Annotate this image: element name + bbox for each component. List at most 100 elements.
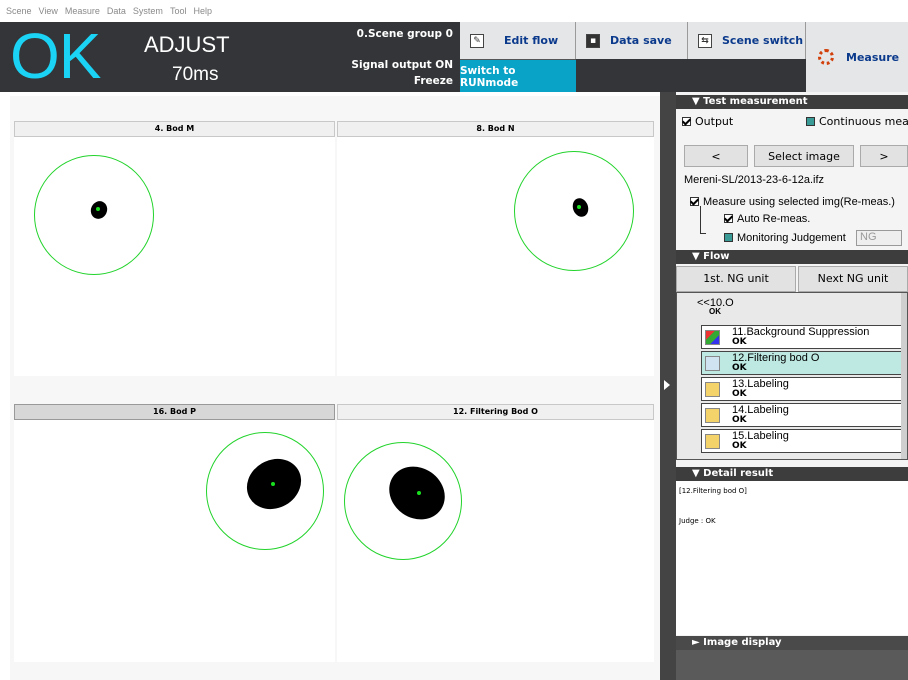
measure-label: Measure xyxy=(846,50,900,64)
scene-switch-button[interactable]: ⇆ Scene switch xyxy=(688,22,806,59)
flow-list-scrollbar[interactable] xyxy=(901,293,907,459)
collapse-arrow-icon[interactable] xyxy=(664,380,670,390)
output-label: Output xyxy=(695,115,734,128)
checkbox-checked-icon xyxy=(682,117,691,126)
flow-list[interactable]: <<10.O OK 11.Background Suppression OK 1… xyxy=(676,292,908,460)
menu-scene[interactable]: Scene xyxy=(6,6,32,16)
signal-output-label: Signal output ON xyxy=(351,59,453,71)
select-image-button[interactable]: Select image xyxy=(754,145,854,167)
flow-item-labeling-14[interactable]: 14.Labeling OK xyxy=(701,403,903,427)
checkbox-checked-icon xyxy=(724,214,733,223)
menu-tool[interactable]: Tool xyxy=(170,6,187,16)
group-status: OK xyxy=(709,307,721,316)
detail-unit-name: [12.Filtering bod O] xyxy=(679,487,747,495)
flow-header[interactable]: ▼ Flow xyxy=(676,250,908,264)
scene-switch-label: Scene switch xyxy=(722,34,804,47)
image-file-path: Mereni-SL/2013-23-6-12a.ifz xyxy=(684,174,825,186)
output-checkbox[interactable]: Output xyxy=(682,115,733,128)
mode-label: ADJUST xyxy=(144,32,230,57)
checkbox-checked-icon xyxy=(690,197,699,206)
monitoring-judgement-select[interactable]: NG xyxy=(856,230,902,246)
flow-item-background-suppression[interactable]: 11.Background Suppression OK xyxy=(701,325,903,349)
test-measurement-header[interactable]: ▼ Test measurement xyxy=(676,95,908,109)
panel-splitter[interactable] xyxy=(660,92,676,680)
panel-title: 4. Bod M xyxy=(14,121,335,137)
flow-item-labeling-13[interactable]: 13.Labeling OK xyxy=(701,377,903,401)
image-panel-bod-m[interactable]: 4. Bod M xyxy=(14,121,335,376)
save-disk-icon: ▪ xyxy=(586,33,600,48)
image-display-header[interactable]: ► Image display xyxy=(676,636,908,650)
monitoring-value: NG xyxy=(860,231,877,243)
measure-selected-label: Measure using selected img(Re-meas.) xyxy=(703,196,895,208)
flow-title: Flow xyxy=(703,251,730,262)
control-panel: ▼ Test measurement Output Continuous mea… xyxy=(676,92,908,680)
labeling-icon xyxy=(705,434,720,449)
next-ng-unit-button[interactable]: Next NG unit xyxy=(798,266,908,292)
detail-judge-text: Judge : OK xyxy=(679,517,716,525)
filter-icon xyxy=(705,356,720,371)
checkbox-unchecked-icon xyxy=(724,233,733,242)
image-panel-bod-n[interactable]: 8. Bod N xyxy=(337,121,654,376)
flow-item-status: OK xyxy=(732,337,747,347)
continuous-label: Continuous meas xyxy=(819,115,908,128)
flow-item-filtering-bod-o[interactable]: 12.Filtering bod O OK xyxy=(701,351,903,375)
menu-help[interactable]: Help xyxy=(193,6,212,16)
next-image-button[interactable]: > xyxy=(860,145,908,167)
switch-run-mode-button[interactable]: Switch to RUNmode xyxy=(460,59,576,92)
measure-selected-image-checkbox[interactable]: Measure using selected img(Re-meas.) xyxy=(690,196,895,208)
flow-group-10[interactable]: <<10.O OK xyxy=(697,297,734,316)
flow-item-status: OK xyxy=(732,389,747,399)
auto-remeasure-checkbox[interactable]: Auto Re-meas. xyxy=(724,213,810,225)
measure-time: 70ms xyxy=(172,64,219,85)
checkbox-unchecked-icon xyxy=(806,117,815,126)
labeling-icon xyxy=(705,382,720,397)
image-display-area xyxy=(676,650,908,680)
centroid-marker xyxy=(96,207,100,211)
image-display-title: Image display xyxy=(703,637,782,648)
centroid-marker xyxy=(271,482,275,486)
continuous-measure-checkbox[interactable]: Continuous meas xyxy=(806,115,908,128)
scene-group-label[interactable]: 0.Scene group 0 xyxy=(357,28,453,40)
detail-result-title: Detail result xyxy=(703,468,774,479)
flow-item-labeling-15[interactable]: 15.Labeling OK xyxy=(701,429,903,453)
tree-connector xyxy=(700,206,706,234)
centroid-marker xyxy=(417,491,421,495)
panel-title: 12. Filtering Bod O xyxy=(337,404,654,420)
flow-item-status: OK xyxy=(732,441,747,451)
previous-image-button[interactable]: < xyxy=(684,145,748,167)
detail-result-panel: [12.Filtering bod O] Judge : OK xyxy=(676,481,908,635)
menu-view[interactable]: View xyxy=(39,6,58,16)
panel-title: 16. Bod P xyxy=(14,404,335,420)
flow-item-status: OK xyxy=(732,363,747,373)
edit-flow-label: Edit flow xyxy=(504,34,559,47)
first-ng-unit-button[interactable]: 1st. NG unit xyxy=(676,266,796,292)
group-collapse-label: << xyxy=(697,297,710,309)
monitoring-judgement-checkbox[interactable]: Monitoring Judgement xyxy=(724,232,846,244)
edit-flow-button[interactable]: ✎ Edit flow xyxy=(460,22,576,59)
test-measurement-title: Test measurement xyxy=(703,96,808,107)
judgement-ok: OK xyxy=(10,20,101,92)
image-canvas: 4. Bod M 8. Bod N 16. Bod P 12. Filterin… xyxy=(10,96,660,680)
data-save-label: Data save xyxy=(610,34,672,47)
detail-result-header[interactable]: ▼ Detail result xyxy=(676,467,908,481)
freeze-label: Freeze xyxy=(413,75,453,87)
auto-remeasure-label: Auto Re-meas. xyxy=(737,213,811,225)
measure-button[interactable]: Measure xyxy=(806,22,908,92)
scene-switch-icon: ⇆ xyxy=(698,33,712,48)
data-save-button[interactable]: ▪ Data save xyxy=(576,22,688,59)
monitoring-label: Monitoring Judgement xyxy=(737,232,846,244)
menu-system[interactable]: System xyxy=(133,6,163,16)
edit-flow-icon: ✎ xyxy=(470,33,484,48)
labeling-icon xyxy=(705,408,720,423)
status-header: OK ADJUST 70ms 0.Scene group 0 Signal ou… xyxy=(0,20,908,92)
menu-measure[interactable]: Measure xyxy=(65,6,100,16)
flow-item-status: OK xyxy=(732,415,747,425)
menu-data[interactable]: Data xyxy=(107,6,126,16)
gear-icon xyxy=(818,49,834,65)
centroid-marker xyxy=(577,205,581,209)
flow-item-name: 11.Background Suppression xyxy=(732,326,870,338)
image-panel-filtering-bod-o[interactable]: 12. Filtering Bod O xyxy=(337,404,654,662)
panel-title: 8. Bod N xyxy=(337,121,654,137)
background-suppression-icon xyxy=(705,330,720,345)
image-panel-bod-p[interactable]: 16. Bod P xyxy=(14,404,335,662)
